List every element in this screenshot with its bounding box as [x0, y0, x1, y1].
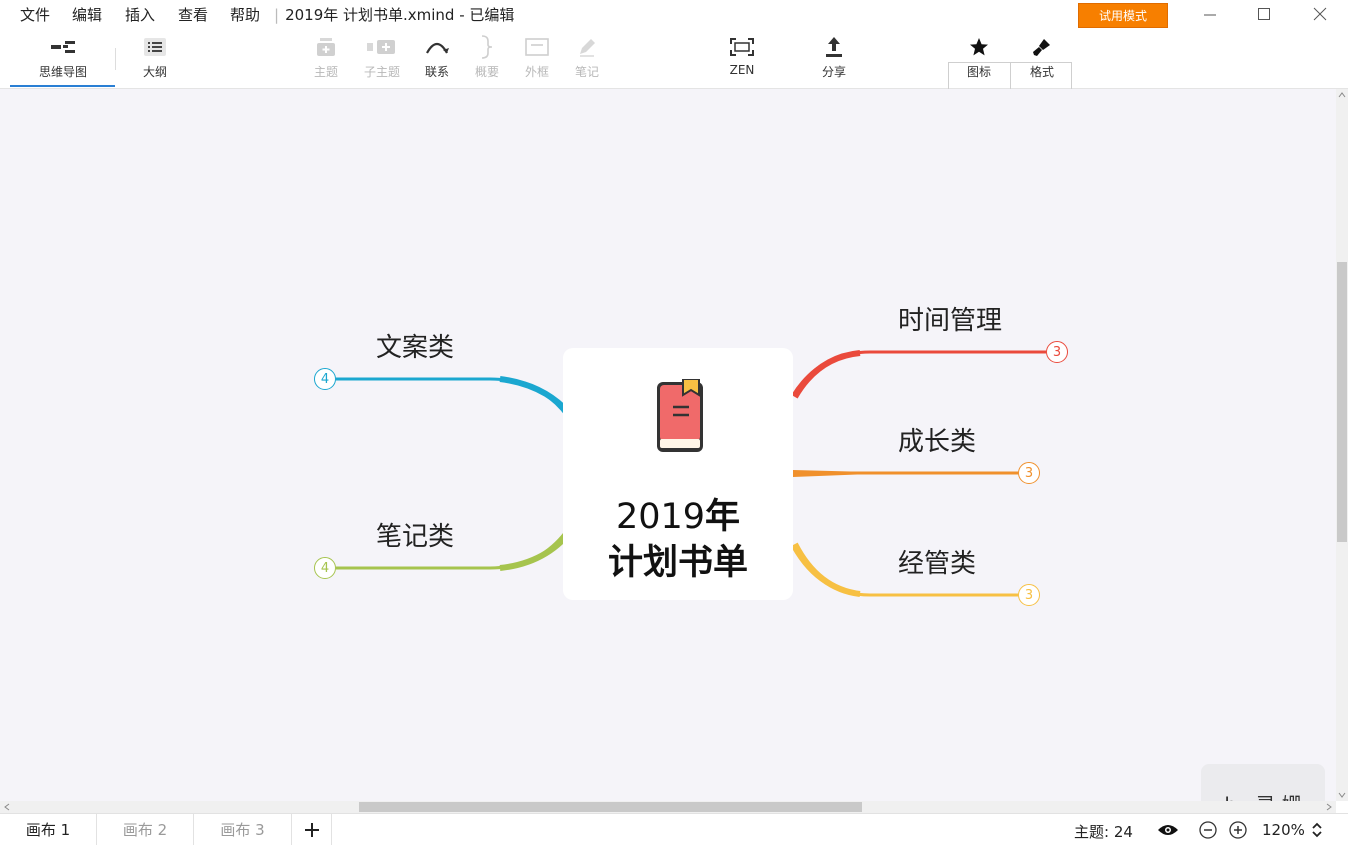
icon-panel-button[interactable]: 图标	[951, 34, 1007, 84]
format-panel-button[interactable]: 格式	[1014, 34, 1070, 84]
collapse-badge-copywriting[interactable]: 4	[314, 368, 336, 390]
menu-file[interactable]: 文件	[20, 4, 50, 25]
menu-view[interactable]: 查看	[178, 4, 208, 25]
menu-insert[interactable]: 插入	[125, 4, 155, 25]
horizontal-scrollbar[interactable]	[0, 801, 1336, 813]
share-upload-icon	[826, 37, 842, 57]
add-subtopic-icon	[367, 40, 395, 54]
status-bar: 画布 1 画布 2 画布 3 主题: 24 120%	[0, 813, 1348, 845]
zen-button[interactable]: ZEN	[714, 34, 770, 84]
note-pencil-icon	[580, 39, 595, 57]
collapse-badge-management[interactable]: 3	[1018, 584, 1040, 606]
book-icon	[657, 379, 703, 452]
relationship-icon	[426, 42, 449, 54]
central-topic-line2: 计划书单	[607, 543, 748, 583]
topic-notes[interactable]: 笔记类	[376, 516, 454, 553]
scroll-up-arrow-icon	[1338, 92, 1346, 98]
chevron-updown-icon	[1312, 822, 1322, 838]
subtopic-button[interactable]: 子主题	[354, 34, 410, 84]
close-icon	[1313, 7, 1327, 21]
collapse-badge-growth[interactable]: 3	[1018, 462, 1040, 484]
eye-icon	[1158, 825, 1178, 835]
minimize-button[interactable]	[1190, 2, 1230, 26]
visibility-toggle[interactable]	[1157, 819, 1179, 841]
sheet-tab-1[interactable]: 画布 1	[0, 814, 97, 845]
central-topic[interactable]: 2019年 计划书单	[563, 348, 793, 600]
central-topic-line1: 2019年	[615, 497, 741, 537]
menu-edit[interactable]: 编辑	[72, 4, 102, 25]
zen-fullscreen-icon	[730, 38, 754, 56]
mindmap-canvas[interactable]: 文案类 4 笔记类 4 时间管理 3 成长类 3 经管类 3 2019年 计划书…	[0, 89, 1336, 801]
add-sheet-button[interactable]	[292, 814, 332, 845]
vertical-scroll-thumb[interactable]	[1337, 262, 1347, 542]
topic-copywriting[interactable]: 文案类	[376, 327, 454, 364]
horizontal-scroll-thumb[interactable]	[359, 802, 862, 812]
topic-time-management[interactable]: 时间管理	[898, 300, 1002, 337]
topic-button[interactable]: 主题	[298, 34, 354, 84]
summary-button[interactable]: 概要	[459, 34, 515, 84]
toolbar-divider	[115, 48, 116, 70]
boundary-icon	[525, 38, 549, 56]
relationship-button[interactable]: 联系	[409, 34, 465, 84]
maximize-icon	[1258, 8, 1270, 20]
summary-brace-icon	[481, 35, 493, 59]
collapse-badge-notes[interactable]: 4	[314, 557, 336, 579]
plus-icon	[304, 822, 319, 837]
menu-help[interactable]: 帮助	[230, 4, 260, 25]
author-watermark: by 灵 姗	[1201, 764, 1325, 801]
maximize-button[interactable]	[1244, 2, 1284, 26]
boundary-button[interactable]: 外框	[509, 34, 565, 84]
zoom-level[interactable]: 120%	[1262, 821, 1305, 839]
outline-view-icon	[144, 38, 166, 56]
collapse-badge-time-management[interactable]: 3	[1046, 341, 1068, 363]
zoom-out-button[interactable]	[1197, 819, 1219, 841]
paintbrush-icon	[1033, 39, 1050, 56]
title-bar: 文件 编辑 插入 查看 帮助 | 2019年 计划书单.xmind - 已编辑 试…	[0, 0, 1348, 30]
star-icon	[970, 38, 988, 56]
note-button[interactable]: 笔记	[559, 34, 615, 84]
scroll-left-arrow-icon	[4, 803, 10, 811]
panel-toggle-divider	[1010, 62, 1011, 92]
toolbar: 思维导图 大纲 主题 子主题 联系 概要 外框 笔记 ZEN 分享 图标 格式	[0, 30, 1348, 92]
zoom-out-icon	[1199, 821, 1217, 839]
sheet-tab-2[interactable]: 画布 2	[97, 814, 194, 845]
document-title: | 2019年 计划书单.xmind - 已编辑	[274, 6, 515, 24]
scroll-down-arrow-icon	[1338, 792, 1346, 798]
vertical-scrollbar[interactable]	[1336, 89, 1348, 801]
tab-outline[interactable]: 大纲	[127, 34, 183, 84]
add-topic-icon	[317, 38, 335, 56]
zoom-in-icon	[1229, 821, 1247, 839]
close-button[interactable]	[1300, 2, 1340, 26]
minimize-icon	[1204, 14, 1216, 16]
zoom-stepper[interactable]	[1306, 819, 1328, 841]
active-tab-indicator	[10, 85, 115, 87]
share-button[interactable]: 分享	[806, 34, 862, 84]
mindmap-view-icon	[51, 41, 75, 53]
zoom-in-button[interactable]	[1227, 819, 1249, 841]
scroll-right-arrow-icon	[1326, 803, 1332, 811]
tab-mindmap[interactable]: 思维导图	[35, 34, 91, 84]
topic-count: 主题: 24	[1074, 823, 1133, 841]
trial-mode-button[interactable]: 试用模式	[1078, 3, 1168, 28]
topic-management[interactable]: 经管类	[898, 543, 976, 580]
topic-growth[interactable]: 成长类	[898, 421, 976, 458]
sheet-tab-3[interactable]: 画布 3	[194, 814, 292, 845]
